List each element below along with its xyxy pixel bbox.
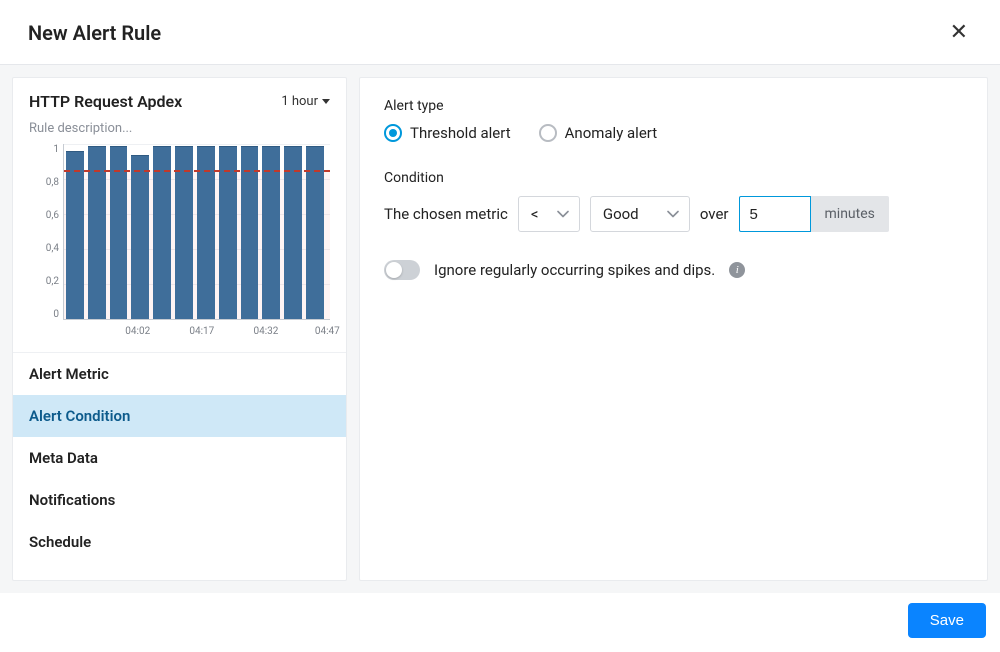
chevron-down-icon <box>322 99 330 104</box>
alert-type-radio-group: Threshold alert Anomaly alert <box>384 124 963 142</box>
nav-item-meta-data[interactable]: Meta Data <box>13 437 346 479</box>
operator-value: < <box>531 205 539 223</box>
operator-select[interactable]: < <box>518 196 580 232</box>
duration-unit: minutes <box>811 196 889 232</box>
ignore-spikes-label: Ignore regularly occurring spikes and di… <box>434 261 715 279</box>
chevron-down-icon <box>557 210 569 218</box>
nav-item-alert-condition[interactable]: Alert Condition <box>13 395 346 437</box>
section-nav: Alert MetricAlert ConditionMeta DataNoti… <box>13 352 346 563</box>
chart-plot <box>63 144 330 320</box>
chart-bar <box>66 151 84 319</box>
condition-prefix: The chosen metric <box>384 205 508 223</box>
modal-header: New Alert Rule ✕ <box>0 0 1000 65</box>
ignore-spikes-row: Ignore regularly occurring spikes and di… <box>384 260 963 280</box>
modal-footer: Save <box>0 593 1000 652</box>
radio-icon <box>384 124 402 142</box>
left-panel: HTTP Request Apdex 1 hour Rule descripti… <box>12 77 347 581</box>
radio-icon <box>539 124 557 142</box>
duration-input-group: minutes <box>739 196 889 232</box>
right-panel: Alert type Threshold alert Anomaly alert… <box>359 77 988 581</box>
time-range-dropdown[interactable]: 1 hour <box>281 94 330 109</box>
radio-threshold-label: Threshold alert <box>410 124 511 142</box>
chart-y-axis: 10,80,60,40,20 <box>29 144 59 320</box>
rule-description-placeholder[interactable]: Rule description... <box>29 121 330 136</box>
close-icon[interactable]: ✕ <box>946 18 972 48</box>
ignore-spikes-toggle[interactable] <box>384 260 420 280</box>
apdex-chart: 10,80,60,40,20 04:0204:1704:3204:47 <box>29 144 330 344</box>
nav-item-notifications[interactable]: Notifications <box>13 479 346 521</box>
metric-title: HTTP Request Apdex <box>29 92 182 111</box>
radio-threshold-alert[interactable]: Threshold alert <box>384 124 511 142</box>
condition-row: The chosen metric < Good over mi <box>384 196 963 232</box>
over-label: over <box>700 205 729 223</box>
nav-item-schedule[interactable]: Schedule <box>13 521 346 563</box>
condition-label: Condition <box>384 170 963 186</box>
chevron-down-icon <box>667 210 679 218</box>
time-range-label: 1 hour <box>281 94 318 109</box>
level-value: Good <box>603 205 639 223</box>
info-icon[interactable]: i <box>729 262 745 278</box>
level-select[interactable]: Good <box>590 196 690 232</box>
modal-title: New Alert Rule <box>28 21 161 45</box>
nav-item-alert-metric[interactable]: Alert Metric <box>13 353 346 395</box>
duration-input[interactable] <box>739 196 811 232</box>
radio-anomaly-label: Anomaly alert <box>565 124 658 142</box>
radio-anomaly-alert[interactable]: Anomaly alert <box>539 124 658 142</box>
threshold-line <box>64 170 330 172</box>
save-button[interactable]: Save <box>908 603 986 638</box>
modal-body: HTTP Request Apdex 1 hour Rule descripti… <box>0 65 1000 593</box>
chart-bar <box>131 155 149 320</box>
alert-type-label: Alert type <box>384 98 963 114</box>
chart-x-axis: 04:0204:1704:3204:47 <box>63 326 330 344</box>
